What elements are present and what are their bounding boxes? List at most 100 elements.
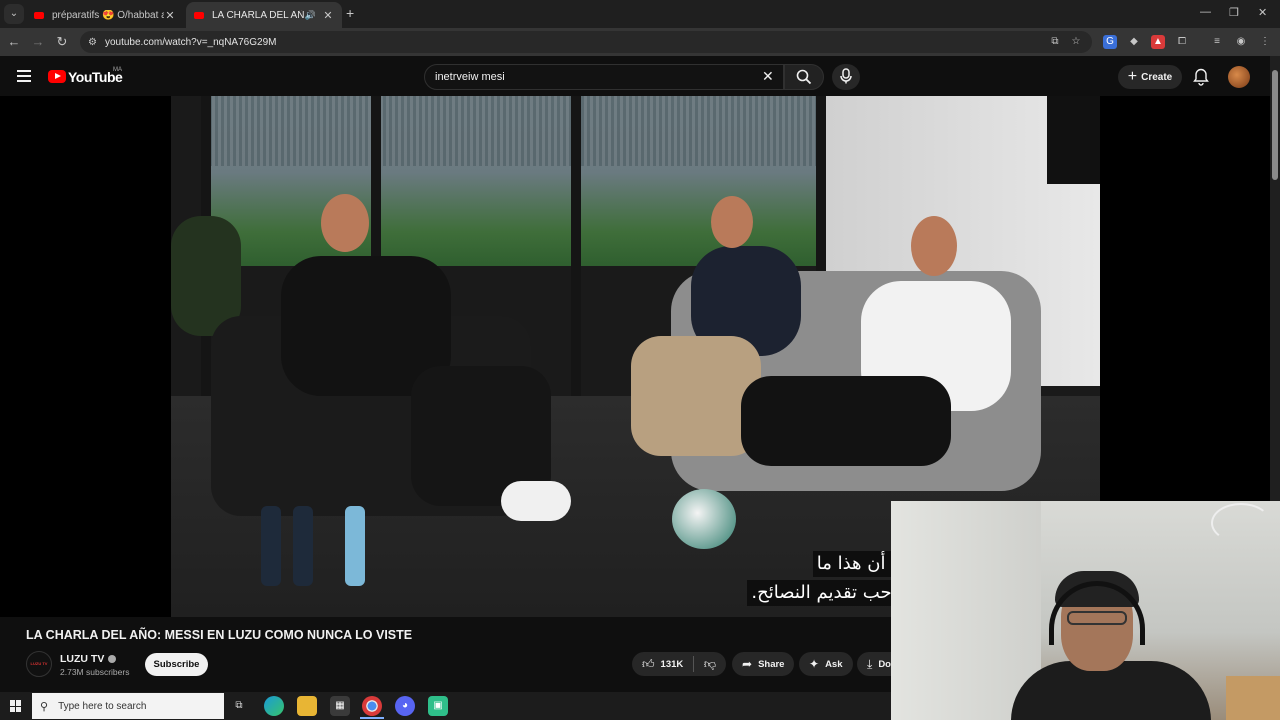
- share-label: Share: [758, 658, 785, 670]
- share-arrow-icon: ➦: [742, 657, 753, 671]
- create-button[interactable]: + Create: [1118, 65, 1182, 89]
- person-right-legs: [741, 376, 951, 466]
- browser-tab-preparatifs[interactable]: préparatifs 😍 Ô/habbat abdel ✕: [26, 2, 184, 28]
- active-app-indicator: [360, 717, 384, 719]
- address-bar[interactable]: ⚙ youtube.com/watch?v=_nqNA76G29M: [80, 31, 1092, 53]
- back-icon[interactable]: ←: [6, 34, 22, 49]
- window-frame: [571, 96, 581, 396]
- subscriber-count: 2.73M subscribers: [60, 667, 130, 677]
- install-app-icon[interactable]: ⧉: [1048, 35, 1062, 49]
- android-app-icon[interactable]: ▣: [428, 696, 448, 716]
- search-input[interactable]: inetrveiw mesi: [424, 64, 784, 90]
- glasses: [1067, 611, 1127, 625]
- notifications-bell-icon[interactable]: [1193, 68, 1209, 86]
- search-input-value: inetrveiw mesi: [435, 71, 505, 83]
- sparkle-icon: ✦: [809, 657, 820, 671]
- like-dislike-group: 👍︎ 131K 👎︎: [632, 652, 726, 676]
- verified-badge-icon: [108, 655, 117, 664]
- windows-start-icon[interactable]: [10, 700, 22, 712]
- restore-window-icon[interactable]: ❐: [1229, 6, 1239, 19]
- media-controls-icon[interactable]: ≡: [1210, 35, 1224, 49]
- tab-title: préparatifs 😍 Ô/habbat abdel: [52, 9, 164, 21]
- bookmark-star-icon[interactable]: ☆: [1069, 35, 1083, 49]
- tab-search-icon[interactable]: ⌄: [4, 4, 24, 24]
- download-button[interactable]: ⤓ Do: [857, 652, 891, 676]
- like-button[interactable]: 👍︎ 131K: [632, 652, 693, 676]
- plus-icon: +: [1127, 68, 1138, 85]
- edge-browser-icon[interactable]: [264, 696, 284, 716]
- person-left-head: [321, 194, 369, 252]
- reload-icon[interactable]: ↻: [54, 34, 70, 50]
- youtube-favicon-icon: [194, 11, 204, 19]
- discord-icon[interactable]: ◕: [395, 696, 415, 716]
- share-button[interactable]: ➦ Share: [732, 652, 795, 676]
- channel-name[interactable]: LUZU TV: [60, 653, 117, 665]
- country-code: MA: [113, 67, 122, 73]
- user-avatar[interactable]: [1228, 66, 1250, 88]
- tab-close-icon[interactable]: ✕: [322, 9, 334, 22]
- browser-tab-active[interactable]: LA CHARLA DEL AÑO: MES 🔊 ✕: [186, 2, 342, 28]
- taskbar-search-input[interactable]: ⚲ Type here to search: [32, 693, 224, 719]
- microsoft-store-icon[interactable]: ▦: [330, 696, 350, 716]
- like-count: 131K: [660, 658, 684, 670]
- translate-extension-icon[interactable]: G: [1103, 35, 1117, 49]
- subscribe-button[interactable]: Subscribe: [145, 653, 208, 676]
- youtube-favicon-icon: [34, 11, 44, 19]
- extension-red-icon[interactable]: ▲: [1151, 35, 1165, 49]
- webcam-overlay: [891, 501, 1280, 720]
- clear-search-icon[interactable]: ✕: [762, 68, 774, 85]
- minimize-window-icon[interactable]: —: [1200, 6, 1211, 18]
- channel-avatar[interactable]: LUZU TV: [26, 651, 52, 677]
- tab-close-icon[interactable]: ✕: [164, 9, 176, 22]
- ask-label: Ask: [825, 658, 843, 670]
- tab-title: LA CHARLA DEL AÑO: MES: [212, 9, 305, 21]
- dislike-button[interactable]: 👎︎: [694, 652, 726, 676]
- soccer-ball: [672, 489, 736, 549]
- bottle: [293, 506, 313, 586]
- person-right-head: [911, 216, 957, 276]
- webcam-ceiling-lamp: [1211, 503, 1271, 543]
- search-button[interactable]: [784, 64, 824, 90]
- white-sneaker: [501, 481, 571, 521]
- voice-search-button[interactable]: [832, 64, 860, 90]
- microphone-icon: [840, 68, 852, 84]
- browser-tab-strip: ⌄ préparatifs 😍 Ô/habbat abdel ✕ LA CHAR…: [0, 0, 1280, 28]
- thumbs-down-icon: 👎︎: [703, 656, 716, 671]
- stadium-seats: [206, 96, 846, 166]
- chrome-browser-icon[interactable]: [362, 696, 382, 716]
- task-view-icon[interactable]: ⧉: [229, 696, 249, 716]
- new-tab-button[interactable]: +: [346, 5, 354, 21]
- download-label: Do: [878, 658, 891, 670]
- youtube-logo-icon[interactable]: [48, 70, 66, 83]
- profile-icon[interactable]: ◉: [1234, 35, 1248, 49]
- download-icon: ⤓: [867, 656, 873, 671]
- person-middle-head: [711, 196, 753, 248]
- extension-diamond-icon[interactable]: ◆: [1127, 35, 1141, 49]
- site-settings-icon[interactable]: ⚙: [88, 37, 97, 48]
- wall-screen: [1047, 96, 1100, 184]
- thumbs-up-icon: 👍︎: [642, 656, 655, 671]
- browser-toolbar: ← → ↻ ⚙ youtube.com/watch?v=_nqNA76G29M …: [0, 28, 1280, 56]
- bottle: [345, 506, 365, 586]
- webcam-background-door: [891, 501, 1041, 720]
- create-label: Create: [1141, 71, 1173, 83]
- speaker-icon[interactable]: 🔊: [305, 10, 316, 21]
- scrollbar-thumb[interactable]: [1272, 70, 1278, 180]
- youtube-header: YouTube MA inetrveiw mesi ✕ + Create: [0, 56, 1280, 96]
- search-icon: ⚲: [40, 700, 49, 713]
- file-explorer-icon[interactable]: [297, 696, 317, 716]
- video-title: LA CHARLA DEL AÑO: MESSI EN LUZU COMO NU…: [26, 628, 413, 642]
- extensions-puzzle-icon[interactable]: ⧠: [1175, 35, 1189, 49]
- bottle: [261, 506, 281, 586]
- url-text: youtube.com/watch?v=_nqNA76G29M: [104, 36, 277, 48]
- windows-taskbar: ⚲ Type here to search ⧉ ▦ ◕ ▣: [0, 692, 891, 720]
- hamburger-menu-icon[interactable]: [17, 70, 31, 82]
- channel-name-text[interactable]: LUZU TV: [60, 653, 104, 665]
- ask-button[interactable]: ✦ Ask: [799, 652, 853, 676]
- browser-menu-icon[interactable]: ⋮: [1258, 35, 1272, 49]
- close-window-icon[interactable]: ✕: [1258, 6, 1267, 19]
- taskbar-search-placeholder: Type here to search: [58, 700, 147, 712]
- webcam-shelf: [1226, 676, 1280, 720]
- page-scrollbar[interactable]: [1270, 56, 1280, 501]
- forward-icon[interactable]: →: [30, 34, 46, 49]
